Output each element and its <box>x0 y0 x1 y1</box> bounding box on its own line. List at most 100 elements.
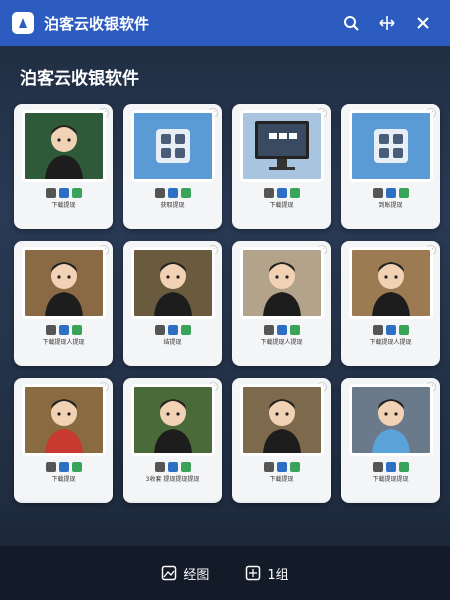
card-toolbar <box>45 462 82 472</box>
chat-icon[interactable] <box>58 462 69 472</box>
portrait-image <box>21 384 106 456</box>
shield-icon[interactable] <box>398 462 409 472</box>
card-label: 到账提现 <box>378 202 403 209</box>
search-icon <box>344 16 359 31</box>
shield-icon[interactable] <box>71 188 82 198</box>
chat-icon[interactable] <box>167 462 178 472</box>
image-icon <box>162 565 177 581</box>
image-card[interactable]: ×下载提现人提现 <box>14 241 113 366</box>
print-icon[interactable] <box>154 325 165 335</box>
card-toolbar <box>263 325 300 335</box>
image-card[interactable]: ×下载提现 <box>14 104 113 229</box>
bottom-bar: 经图 1组 <box>0 546 450 600</box>
bottom-item-group[interactable]: 1组 <box>245 564 289 583</box>
move-button[interactable] <box>372 8 402 38</box>
card-label: 下载提现 <box>269 476 294 483</box>
monitor-image <box>239 110 324 182</box>
shield-icon[interactable] <box>71 325 82 335</box>
shield-icon[interactable] <box>180 325 191 335</box>
portrait-image <box>130 247 215 319</box>
card-label: 下载提现提现 <box>372 476 409 483</box>
portrait-image <box>348 247 433 319</box>
card-toolbar <box>263 462 300 472</box>
chat-icon[interactable] <box>276 188 287 198</box>
print-icon[interactable] <box>45 188 56 198</box>
image-card[interactable]: ×下载提现提现 <box>341 378 440 503</box>
shield-icon[interactable] <box>71 462 82 472</box>
image-card[interactable]: ×到账提现 <box>341 104 440 229</box>
print-icon[interactable] <box>372 325 383 335</box>
print-icon[interactable] <box>263 325 274 335</box>
card-label: 下载提现 <box>51 476 76 483</box>
chat-icon[interactable] <box>276 325 287 335</box>
bottom-item-group-label: 1组 <box>267 567 289 583</box>
shield-icon[interactable] <box>180 188 191 198</box>
portrait-image <box>130 384 215 456</box>
print-icon[interactable] <box>45 325 56 335</box>
card-label: 下载提现人提现 <box>260 339 303 346</box>
shield-icon[interactable] <box>398 188 409 198</box>
portrait-image <box>348 384 433 456</box>
card-toolbar <box>45 188 82 198</box>
portrait-image <box>21 247 106 319</box>
image-card[interactable]: ×结提现 <box>123 241 222 366</box>
print-icon[interactable] <box>154 462 165 472</box>
print-icon[interactable] <box>263 188 274 198</box>
shield-icon[interactable] <box>289 325 300 335</box>
card-toolbar <box>45 325 82 335</box>
print-icon[interactable] <box>154 188 165 198</box>
chat-icon[interactable] <box>167 325 178 335</box>
group-icon <box>246 565 261 581</box>
chat-icon[interactable] <box>276 462 287 472</box>
portrait-image <box>239 247 324 319</box>
card-label: 下载提现人提现 <box>369 339 412 346</box>
image-card[interactable]: ×下载提现人提现 <box>341 241 440 366</box>
print-icon[interactable] <box>372 188 383 198</box>
chat-icon[interactable] <box>385 325 396 335</box>
search-button[interactable] <box>336 8 366 38</box>
print-icon[interactable] <box>263 462 274 472</box>
shield-icon[interactable] <box>180 462 191 472</box>
image-card[interactable]: ×下载提现 <box>14 378 113 503</box>
portrait-image <box>239 384 324 456</box>
close-button[interactable] <box>408 8 438 38</box>
image-card[interactable]: ×下载提现 <box>232 104 331 229</box>
card-grid: ×下载提现×获取提现×下载提现×到账提现×下载提现人提现×结提现×下载提现人提现… <box>14 104 440 503</box>
app-logo-icon <box>12 12 34 34</box>
card-label: 获取提现 <box>160 202 185 209</box>
card-label: 3收套 提现提现提现 <box>145 476 200 483</box>
card-toolbar <box>372 462 409 472</box>
print-icon[interactable] <box>45 462 56 472</box>
chat-icon[interactable] <box>58 188 69 198</box>
chat-icon[interactable] <box>167 188 178 198</box>
image-card[interactable]: ×下载提现 <box>232 378 331 503</box>
portrait-image <box>21 110 106 182</box>
page-title: 泊客云收银软件 <box>20 69 139 89</box>
shield-icon[interactable] <box>289 462 300 472</box>
close-icon <box>417 17 429 29</box>
image-card[interactable]: ×下载提现人提现 <box>232 241 331 366</box>
app-image <box>130 110 215 182</box>
card-label: 结提现 <box>163 339 182 346</box>
title-bar: 泊客云收银软件 <box>0 0 450 46</box>
image-card[interactable]: ×3收套 提现提现提现 <box>123 378 222 503</box>
print-icon[interactable] <box>372 462 383 472</box>
card-label: 下载提现 <box>269 202 294 209</box>
chat-icon[interactable] <box>385 462 396 472</box>
app-image <box>348 110 433 182</box>
move-icon <box>379 16 395 30</box>
card-toolbar <box>263 188 300 198</box>
chat-icon[interactable] <box>385 188 396 198</box>
card-label: 下载提现 <box>51 202 76 209</box>
image-card[interactable]: ×获取提现 <box>123 104 222 229</box>
card-toolbar <box>154 325 191 335</box>
card-toolbar <box>154 188 191 198</box>
chat-icon[interactable] <box>58 325 69 335</box>
card-toolbar <box>372 325 409 335</box>
shield-icon[interactable] <box>398 325 409 335</box>
card-toolbar <box>372 188 409 198</box>
bottom-fade <box>0 500 450 546</box>
bottom-item-image[interactable]: 经图 <box>161 564 209 583</box>
bottom-item-image-label: 经图 <box>183 567 210 583</box>
shield-icon[interactable] <box>289 188 300 198</box>
